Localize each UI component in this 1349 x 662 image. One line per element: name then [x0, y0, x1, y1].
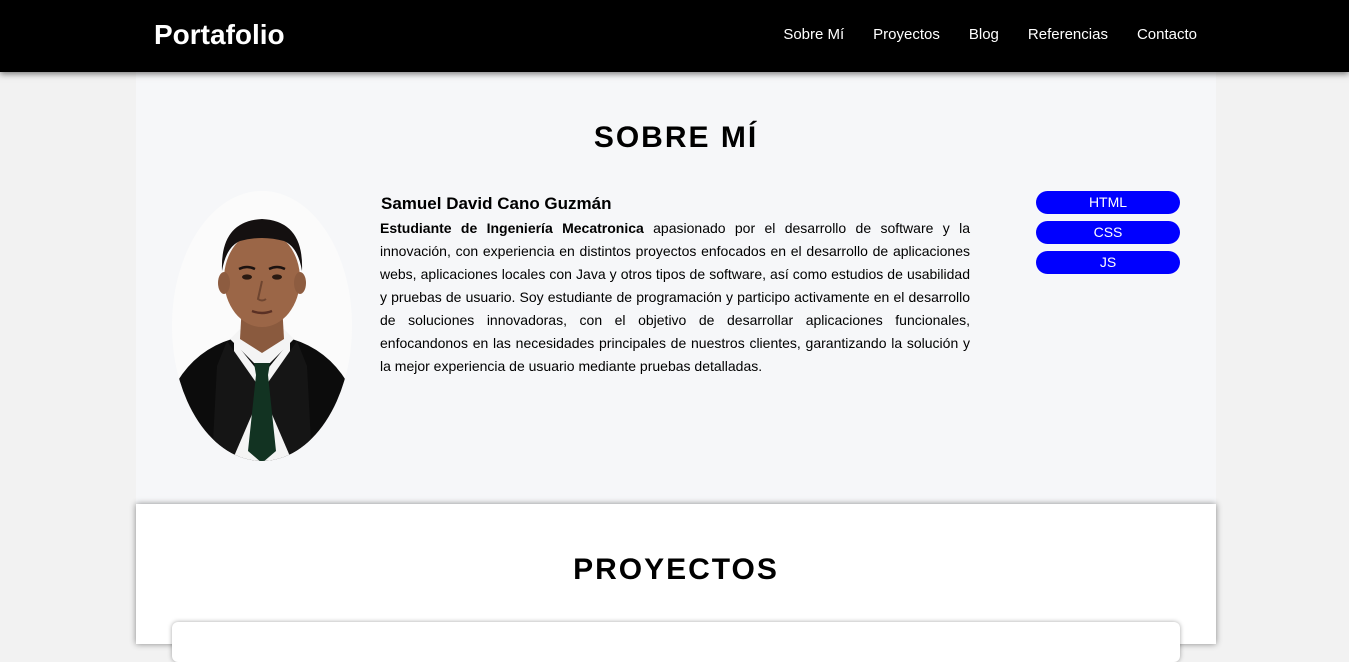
- brand-logo-link[interactable]: Portafolio: [154, 17, 285, 53]
- top-navbar: Portafolio Sobre Mí Proyectos Blog Refer…: [0, 0, 1349, 72]
- skill-badge-js: JS: [1036, 251, 1180, 274]
- nav-link-sobre-mi[interactable]: Sobre Mí: [783, 24, 844, 46]
- nav-link-proyectos[interactable]: Proyectos: [873, 24, 940, 46]
- nav-link-referencias[interactable]: Referencias: [1028, 24, 1108, 46]
- bio-highlight: Estudiante de Ingeniería Mecatronica: [380, 220, 644, 236]
- skill-badge-html: HTML: [1036, 191, 1180, 214]
- project-card[interactable]: [172, 622, 1180, 662]
- nav-links: Sobre Mí Proyectos Blog Referencias Cont…: [783, 24, 1197, 46]
- about-title: SOBRE MÍ: [593, 121, 759, 154]
- nav-link-contacto[interactable]: Contacto: [1137, 24, 1197, 46]
- projects-section: PROYECTOS: [136, 504, 1216, 662]
- nav-link-blog[interactable]: Blog: [969, 24, 999, 46]
- bio-text: apasionado por el desarrollo de software…: [380, 220, 970, 374]
- profile-photo: [172, 191, 352, 461]
- profile-name: Samuel David Cano Guzmán: [381, 194, 612, 213]
- about-section: SOBRE MÍ Samuel David Cano Guzmán Estudi…: [136, 72, 1216, 504]
- projects-title: PROYECTOS: [573, 553, 779, 586]
- profile-bio: Estudiante de Ingeniería Mecatronica apa…: [380, 217, 970, 378]
- skills-list: HTML CSS JS: [1036, 191, 1180, 274]
- profile-portrait-image: [172, 191, 352, 461]
- skill-badge-css: CSS: [1036, 221, 1180, 244]
